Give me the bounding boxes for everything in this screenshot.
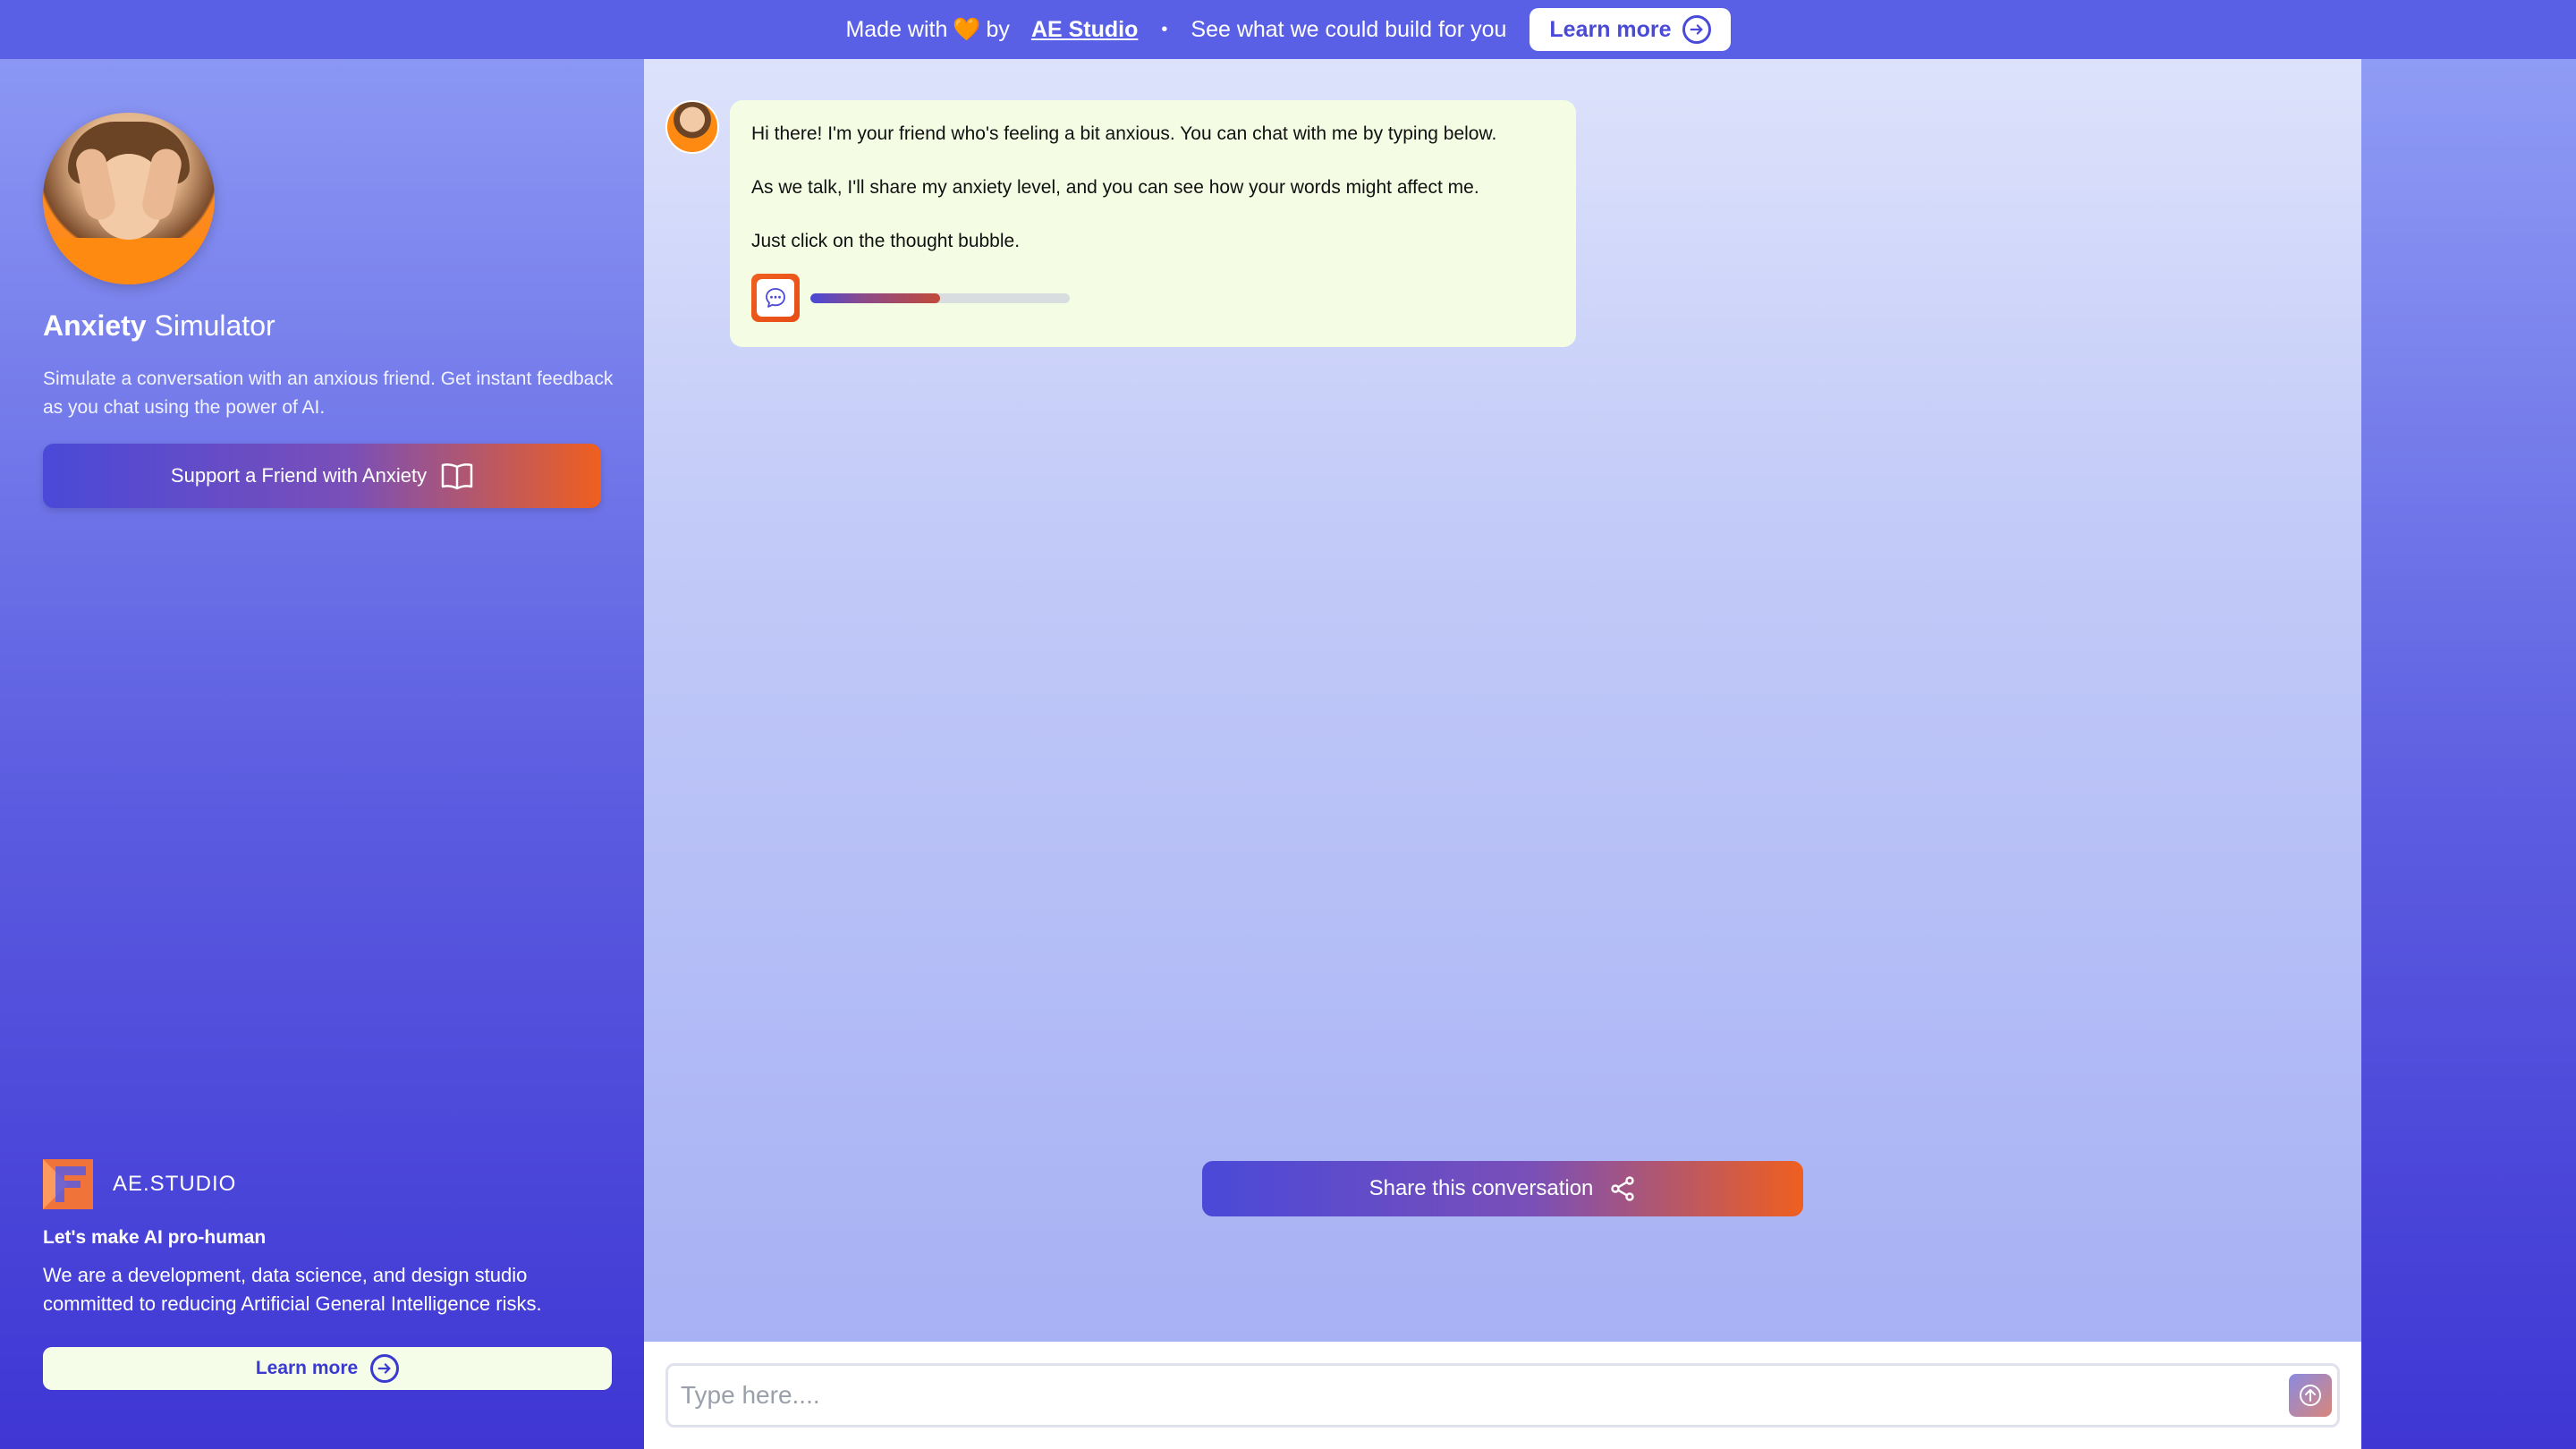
message-line: As we talk, I'll share my anxiety level,… — [751, 177, 1479, 198]
support-friend-button[interactable]: Support a Friend with Anxiety — [43, 444, 601, 508]
share-conversation-label: Share this conversation — [1368, 1176, 1594, 1200]
app-title-rest: Simulator — [154, 309, 275, 342]
anxiety-level-bar — [810, 292, 1070, 303]
ae-logo-text: AE.STUDIO — [113, 1172, 237, 1196]
send-button[interactable] — [2289, 1374, 2332, 1417]
arrow-right-circle-icon — [370, 1354, 400, 1383]
open-book-icon — [441, 463, 473, 490]
separator-dot: • — [1161, 19, 1168, 39]
ae-studio-link[interactable]: AE Studio — [1031, 17, 1138, 43]
anxiety-level-fill — [810, 292, 940, 303]
share-conversation-button[interactable]: Share this conversation — [1202, 1161, 1803, 1216]
message-line: Hi there! I'm your friend who's feeling … — [751, 123, 1497, 144]
top-banner: Made with 🧡 by AE Studio • See what we c… — [0, 0, 2576, 59]
sidebar-learn-more-button[interactable]: Learn more — [43, 1347, 612, 1390]
by-text: by — [986, 16, 1010, 42]
right-background-strip — [2361, 59, 2576, 1449]
friend-avatar-small — [665, 100, 719, 154]
banner-learn-more-label: Learn more — [1549, 16, 1672, 42]
message-input-area — [644, 1342, 2361, 1449]
message-line: Just click on the thought bubble. — [751, 231, 1021, 251]
thought-bubble-button[interactable] — [751, 274, 800, 322]
app-title-bold: Anxiety — [43, 309, 147, 342]
ae-tagline: Let's make AI pro-human — [43, 1227, 267, 1248]
ae-about-text: We are a development, data science, and … — [43, 1264, 542, 1315]
anxiety-meter-row — [751, 274, 1555, 322]
heart-icon: 🧡 — [953, 16, 981, 42]
chat-panel: Hi there! I'm your friend who's feeling … — [644, 59, 2361, 1342]
app-title: Anxiety Simulator — [43, 308, 275, 343]
banner-tagline: See what we could build for you — [1191, 16, 1507, 42]
made-with-text: Made with — [845, 16, 948, 42]
arrow-right-circle-icon — [1682, 15, 1711, 44]
share-icon — [1611, 1176, 1635, 1201]
message-input-box — [665, 1363, 2340, 1428]
message-input[interactable] — [681, 1366, 2255, 1425]
ae-logo-mark-icon — [43, 1159, 93, 1209]
arrow-up-circle-icon — [2300, 1385, 2321, 1406]
app-description: Simulate a conversation with an anxious … — [43, 369, 614, 418]
message-bubble: Hi there! I'm your friend who's feeling … — [730, 100, 1576, 347]
support-friend-label: Support a Friend with Anxiety — [170, 464, 428, 487]
ae-studio-logo: AE.STUDIO — [43, 1159, 236, 1209]
sidebar: Anxiety Simulator Simulate a conversatio… — [0, 59, 644, 1449]
banner-learn-more-button[interactable]: Learn more — [1530, 8, 1731, 51]
thought-bubble-icon — [766, 288, 785, 308]
sidebar-learn-more-label: Learn more — [255, 1358, 359, 1378]
anxious-friend-avatar — [43, 113, 215, 284]
